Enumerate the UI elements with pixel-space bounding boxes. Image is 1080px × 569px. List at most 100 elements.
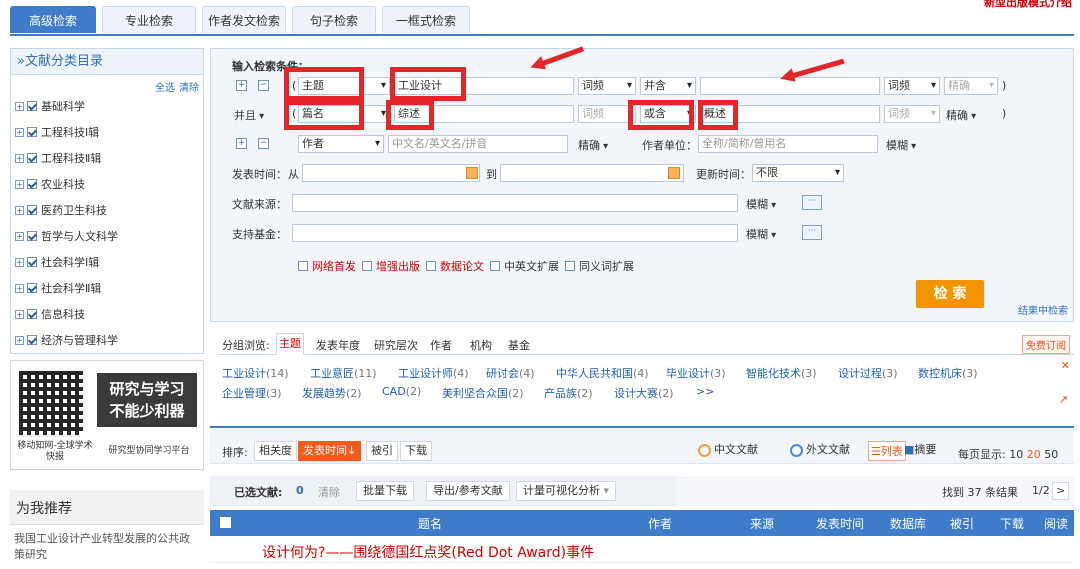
add-row-icon[interactable]: + [236,80,247,91]
sort-relevance[interactable]: 相关度 [254,441,297,461]
col-title[interactable]: 题名 [418,515,442,532]
export-button[interactable]: 导出/参考文献 [426,481,510,501]
category-checkbox[interactable] [27,283,37,293]
expand-icon[interactable]: + [15,309,24,319]
category-checkbox[interactable] [27,101,37,111]
list-view-toggle[interactable]: ☰列表 [868,441,906,461]
group-item[interactable]: 设计大赛(2) [614,385,674,401]
sidebar-item-information[interactable]: + 信息科技 [15,306,85,322]
per-page-20[interactable]: 20 [1027,448,1041,461]
group-item[interactable]: 发展趋势(2) [302,385,362,401]
source-input[interactable] [292,194,738,212]
subscribe-button[interactable]: 免费订阅 [1022,335,1070,354]
option-online-first[interactable]: 网络首发 [298,258,356,274]
source-more-icon[interactable]: ··· [802,195,822,210]
fund-input[interactable] [292,224,738,242]
sidebar-item-economics[interactable]: + 经济与管理科学 [15,332,118,348]
batch-download-button[interactable]: 批量下载 [356,481,414,501]
option-cn-en-expand[interactable]: 中英文扩展 [490,258,559,274]
option-checkbox[interactable] [298,261,308,271]
group-item[interactable]: 工业意匠(11) [310,365,377,381]
new-publishing-link[interactable]: 新型出版模式介绍 [984,0,1072,10]
group-item[interactable]: 智能化技术(3) [746,365,817,381]
group-tab-level[interactable]: 研究层次 [374,337,418,353]
per-page-50[interactable]: 50 [1044,448,1058,461]
select-all-link[interactable]: 全选 [155,83,175,94]
category-checkbox[interactable] [27,205,37,215]
row1-match-select[interactable]: 精确 [944,77,998,95]
group-item[interactable]: 毕业设计(3) [666,365,726,381]
source-match-select[interactable]: 模糊 [746,196,776,212]
row2-match-select[interactable]: 精确 [946,107,976,123]
option-synonym-expand[interactable]: 同义词扩展 [565,258,634,274]
row2-and-select[interactable]: 并且 [234,107,264,123]
result-title-link[interactable]: 设计何为?——围绕德国红点奖(Red Dot Award)事件 [262,542,594,562]
expand-icon[interactable]: + [15,335,24,345]
row1-freq2-select[interactable]: 词频 [884,77,940,95]
col-read[interactable]: 阅读 [1044,515,1068,532]
group-item[interactable]: CAD(2) [382,385,421,398]
sidebar-item-social-1[interactable]: + 社会科学Ⅰ辑 [15,254,99,270]
tab-one-box-search[interactable]: 一框式检索 [382,6,470,33]
option-checkbox[interactable] [362,261,372,271]
select-all-checkbox[interactable] [220,517,231,528]
expand-icon[interactable]: + [15,283,24,293]
group-item[interactable]: 美利坚合众国(2) [442,385,524,401]
sidebar-item-engineering-1[interactable]: + 工程科技Ⅰ辑 [15,124,99,140]
group-item[interactable]: 数控机床(3) [918,365,978,381]
group-tab-author[interactable]: 作者 [430,337,452,353]
search-in-results-link[interactable]: 结果中检索 [1018,302,1068,317]
sort-date[interactable]: 发表时间↓ [298,441,362,461]
date-to-input[interactable] [500,164,684,182]
sort-cited[interactable]: 被引 [366,441,398,461]
remove-author-row-icon[interactable]: − [258,138,269,149]
option-enhanced[interactable]: 增强出版 [362,258,420,274]
author-field-select[interactable]: 作者 [298,135,384,153]
sidebar-item-humanities[interactable]: + 哲学与人文科学 [15,228,118,244]
option-checkbox[interactable] [490,261,500,271]
clear-link[interactable]: 清除 [179,83,199,94]
option-checkbox[interactable] [565,261,575,271]
col-source[interactable]: 来源 [750,515,774,532]
expand-icon[interactable]: + [15,257,24,267]
search-button[interactable]: 检 索 [916,280,984,308]
author-unit-input[interactable]: 全称/简称/曾用名 [698,135,878,153]
tab-sentence-search[interactable]: 句子检索 [292,6,376,33]
col-date[interactable]: 发表时间 [816,515,864,532]
row2-freq2-select[interactable]: 词频 [884,105,940,123]
option-checkbox[interactable] [426,261,436,271]
category-checkbox[interactable] [27,335,37,345]
expand-icon[interactable]: + [15,153,24,163]
visual-analysis-button[interactable]: 计量可视化分析 ▾ [516,481,617,501]
group-item[interactable]: 工业设计(14) [222,365,289,381]
app-promo[interactable]: 研究与学习 不能少利器 移动知网-全球学术快报 研究型协同学习平台 [10,360,204,470]
category-checkbox[interactable] [27,257,37,267]
group-tab-org[interactable]: 机构 [470,337,492,353]
recommend-item[interactable]: 我国工业设计产业转型发展的公共政策研究 [10,525,204,569]
group-more-link[interactable]: >> [696,385,714,398]
date-from-input[interactable] [302,164,480,182]
expand-icon[interactable]: + [15,127,24,137]
sidebar-item-agriculture[interactable]: + 农业科技 [15,176,85,192]
group-tab-topic[interactable]: 主题 [276,333,304,355]
author-input[interactable]: 中文名/英文名/拼音 [388,135,568,153]
sidebar-item-engineering-2[interactable]: + 工程科技Ⅱ辑 [15,150,101,166]
col-database[interactable]: 数据库 [890,515,926,532]
sort-download[interactable]: 下载 [400,441,432,461]
remove-row-icon[interactable]: − [258,80,269,91]
col-cited[interactable]: 被引 [950,515,974,532]
abstract-view-toggle[interactable]: ■摘要 [904,441,936,457]
sidebar-item-medicine[interactable]: + 医药卫生科技 [15,202,107,218]
group-item[interactable]: 研讨会(4) [486,365,535,381]
chinese-docs-toggle[interactable]: 中文文献 [698,441,758,457]
fund-more-icon[interactable]: ··· [802,225,822,240]
group-item[interactable]: 工业设计师(4) [398,365,469,381]
chart-icon[interactable]: ↗ [1059,393,1068,406]
group-tab-year[interactable]: 发表年度 [316,337,360,353]
row1-freq-select[interactable]: 词频 [578,77,636,95]
foreign-docs-toggle[interactable]: 外文文献 [790,441,850,457]
sidebar-item-basic-science[interactable]: + 基础科学 [15,98,85,114]
per-page-10[interactable]: 10 [1009,448,1023,461]
tab-author-search[interactable]: 作者发文检索 [202,6,286,33]
expand-icon[interactable]: + [15,205,24,215]
